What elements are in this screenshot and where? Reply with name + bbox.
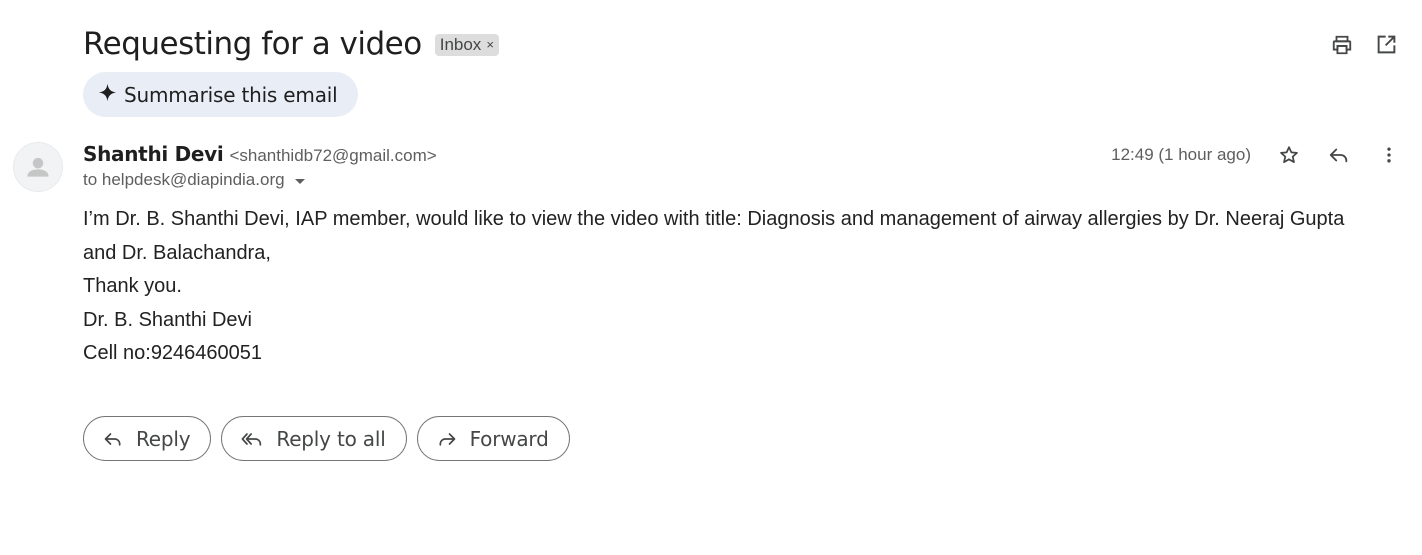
remove-label-button[interactable]: × [486, 34, 494, 56]
summarise-label: Summarise this email [124, 82, 338, 107]
email-body: I’m Dr. B. Shanthi Devi, IAP member, wou… [83, 203, 1383, 371]
reply-icon [103, 429, 123, 449]
sender-email: <shanthidb72@gmail.com> [229, 146, 437, 165]
sender-avatar[interactable] [13, 142, 63, 192]
reply-button[interactable]: Reply [83, 416, 212, 461]
reply-actions: Reply Reply to all Forward [83, 416, 570, 461]
sparkle-icon [98, 83, 117, 106]
body-line: Dr. B. Shanthi Devi [83, 308, 252, 331]
star-icon[interactable] [1277, 143, 1300, 166]
summarise-email-button[interactable]: Summarise this email [83, 72, 358, 117]
reply-all-button[interactable]: Reply to all [221, 416, 407, 461]
reply-label: Reply [136, 426, 191, 451]
print-icon[interactable] [1330, 33, 1353, 56]
forward-icon [437, 429, 457, 449]
email-view: Requesting for a video Inbox × Summarise… [0, 0, 1422, 555]
subject-row: Requesting for a video Inbox × [83, 24, 499, 64]
more-vert-icon[interactable] [1377, 143, 1400, 166]
body-line: Thank you. [83, 275, 182, 297]
top-actions [1330, 33, 1398, 56]
sender-line: Shanthi Devi <shanthidb72@gmail.com> [83, 142, 437, 166]
recipient-line: to helpdesk@diapindia.org [83, 170, 285, 189]
inbox-label-chip: Inbox × [434, 34, 499, 56]
label-text: Inbox [439, 35, 482, 54]
open-in-new-window-icon[interactable] [1375, 33, 1398, 56]
timestamp: 12:49 (1 hour ago) [1111, 144, 1251, 164]
message-meta: 12:49 (1 hour ago) [1111, 143, 1400, 166]
body-line: Cell no:9246460051 [83, 342, 263, 364]
chevron-down-icon [294, 178, 305, 184]
reply-all-label: Reply to all [276, 426, 386, 451]
reply-all-icon [241, 429, 263, 449]
email-subject: Requesting for a video [83, 26, 422, 62]
reply-icon[interactable] [1327, 143, 1350, 166]
sender-name[interactable]: Shanthi Devi [83, 142, 224, 166]
forward-button[interactable]: Forward [416, 416, 570, 461]
recipient-details-toggle[interactable]: to helpdesk@diapindia.org [83, 170, 305, 190]
forward-label: Forward [469, 426, 549, 451]
default-avatar-icon [27, 157, 49, 177]
body-paragraph: I’m Dr. B. Shanthi Devi, IAP member, wou… [83, 208, 1345, 264]
